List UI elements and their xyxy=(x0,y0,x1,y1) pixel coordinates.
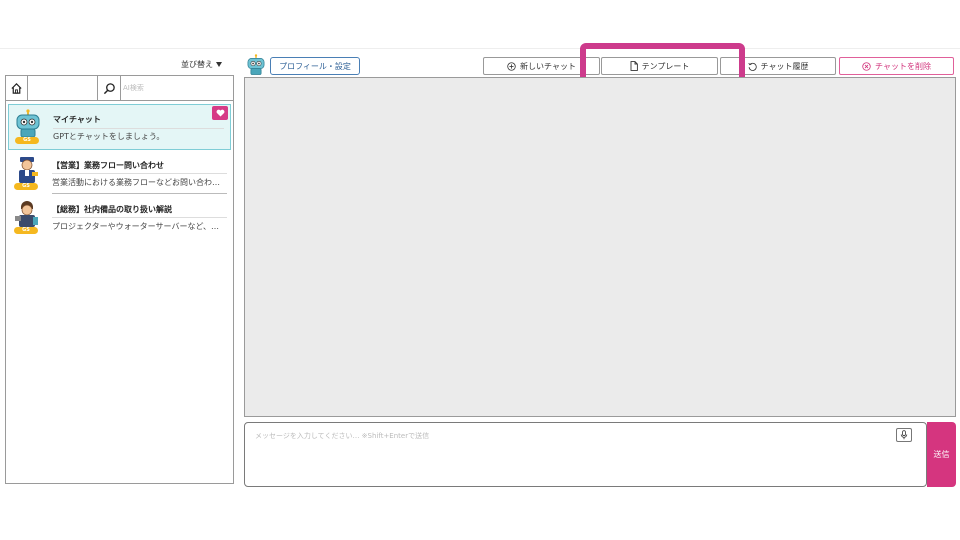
search-row xyxy=(6,76,233,101)
chat-item-general-affairs[interactable]: GS 【総務】社内備品の取り扱い解説 プロジェクターやウォーターサーバーなど、… xyxy=(6,194,233,238)
chat-title: 【営業】業務フロー問い合わせ xyxy=(52,161,164,170)
microphone-icon xyxy=(900,430,908,440)
chat-description: 営業活動における業務フローなどお問い合わせ… xyxy=(52,178,227,187)
chat-item-my-chat[interactable]: GS マイチャット GPTとチャットをしましょう。 xyxy=(8,104,231,150)
chat-title: 【総務】社内備品の取り扱い解説 xyxy=(52,205,172,214)
robot-icon xyxy=(16,109,40,138)
search-button[interactable] xyxy=(97,76,121,100)
chat-list: GS マイチャット GPTとチャットをしましょう。 GS 【営業】業務フロー問い… xyxy=(6,102,233,238)
chat-item-sales-flow[interactable]: GS 【営業】業務フロー問い合わせ 営業活動における業務フローなどお問い合わせ… xyxy=(6,150,233,194)
home-icon xyxy=(11,82,22,94)
chat-description: GPTとチャットをしましょう。 xyxy=(53,132,165,141)
badge: GS xyxy=(15,137,39,144)
search-icon xyxy=(103,82,115,94)
message-input[interactable] xyxy=(255,431,885,479)
sort-label: 並び替え xyxy=(181,60,213,69)
plus-circle-icon xyxy=(507,61,516,71)
profile-settings-button[interactable]: プロフィール・設定 xyxy=(270,57,360,75)
send-button[interactable]: 送信 xyxy=(927,422,956,487)
chat-messages-area xyxy=(244,77,956,417)
delete-chat-button[interactable]: チャットを削除 xyxy=(839,57,954,75)
heart-icon xyxy=(216,109,224,117)
badge: GS xyxy=(14,227,38,234)
home-button[interactable] xyxy=(6,76,28,100)
sort-dropdown[interactable]: 並び替え xyxy=(181,59,222,70)
history-icon xyxy=(747,62,757,71)
chat-title: マイチャット xyxy=(53,115,101,124)
chat-sidebar: GS マイチャット GPTとチャットをしましょう。 G xyxy=(5,75,234,484)
microphone-button[interactable] xyxy=(896,428,912,442)
divider xyxy=(53,128,224,129)
salesperson-avatar: GS xyxy=(12,155,42,190)
caret-down-icon xyxy=(216,62,222,67)
close-circle-icon xyxy=(862,61,871,71)
message-composer xyxy=(244,422,927,487)
robot-avatar: GS xyxy=(13,109,43,144)
search-input[interactable] xyxy=(123,80,228,96)
chat-description: プロジェクターやウォーターサーバーなど、… xyxy=(52,222,220,231)
favorite-button[interactable] xyxy=(212,106,228,120)
chat-history-label: チャット履歴 xyxy=(760,61,809,71)
salesperson-icon xyxy=(19,157,38,183)
delete-chat-label: チャットを削除 xyxy=(875,61,931,71)
staff-avatar: GS xyxy=(12,199,42,234)
new-chat-label: 新しいチャット xyxy=(520,61,576,71)
badge: GS xyxy=(14,183,38,190)
staff-icon xyxy=(15,201,38,227)
top-divider xyxy=(0,48,960,49)
divider xyxy=(52,217,227,218)
divider xyxy=(52,173,227,174)
profile-avatar[interactable] xyxy=(245,54,267,76)
robot-icon xyxy=(247,54,265,75)
